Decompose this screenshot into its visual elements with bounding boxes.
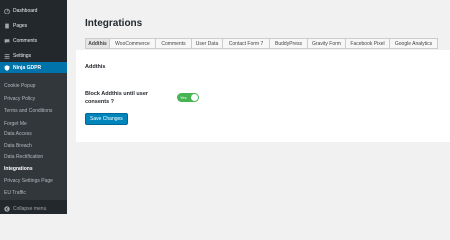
- tab-google-analytics[interactable]: Google Analytics: [390, 38, 438, 49]
- sidebar-item-label: Dashboard: [13, 7, 38, 14]
- tab-gravity-form[interactable]: Gravity Form: [308, 38, 346, 49]
- submenu-item-data-rectification[interactable]: Data Rectification: [4, 154, 43, 160]
- settings-panel: Addthis Block Addthis until user consent…: [76, 50, 450, 142]
- save-changes-button[interactable]: Save Changes: [85, 113, 128, 125]
- sidebar-item-label: Comments: [13, 37, 38, 44]
- comments-icon: [4, 38, 10, 43]
- tab-addthis[interactable]: Addthis: [85, 38, 110, 49]
- tab-buddypress[interactable]: BuddyPress: [270, 38, 308, 49]
- sidebar-item-comments[interactable]: Comments: [0, 34, 67, 47]
- dashboard-icon: [4, 8, 10, 14]
- tab-user-data[interactable]: User Data: [192, 38, 223, 49]
- sidebar-item-ninja-gdpr[interactable]: Ninja GDPR: [0, 62, 67, 73]
- pages-icon: [5, 23, 9, 28]
- block-addthis-toggle[interactable]: Yes: [177, 93, 199, 102]
- toggle-knob: [191, 94, 198, 101]
- submenu-item-terms[interactable]: Terms and Conditions: [4, 108, 52, 114]
- sidebar-item-pages[interactable]: Pages: [0, 19, 67, 32]
- submenu-item-eu-traffic[interactable]: EU Traffic: [4, 190, 26, 196]
- sidebar-item-label: Pages: [13, 22, 28, 29]
- sidebar-item-dashboard[interactable]: Dashboard: [0, 4, 67, 17]
- integration-tabs: Addthis WooCommerce Comments User Data C…: [85, 38, 438, 49]
- tab-comments[interactable]: Comments: [156, 38, 192, 49]
- settings-icon: [4, 53, 10, 59]
- sidebar-item-label: Settings: [13, 52, 32, 59]
- submenu-item-integrations[interactable]: Integrations: [4, 166, 33, 172]
- toggle-text: Yes: [180, 95, 187, 100]
- sidebar-item-label: Ninja GDPR: [13, 64, 42, 71]
- collapse-arrow-icon: [4, 205, 10, 212]
- collapse-menu-label: Collapse menu: [13, 205, 47, 212]
- shield-icon: [4, 64, 10, 71]
- tab-contact-form-7[interactable]: Contact Form 7: [223, 38, 270, 49]
- section-title: Addthis: [85, 64, 106, 70]
- submenu-item-privacy-policy[interactable]: Privacy Policy: [4, 96, 35, 102]
- collapse-menu-button[interactable]: Collapse menu: [0, 203, 67, 214]
- tab-facebook-pixel[interactable]: Facebook Pixel: [346, 38, 390, 49]
- submenu-item-data-breach[interactable]: Data Breach: [4, 143, 32, 149]
- admin-sidebar: Dashboard Pages Comments Settings Ninja …: [0, 0, 67, 214]
- sidebar-item-settings[interactable]: Settings: [0, 49, 67, 62]
- main-content: Integrations Addthis WooCommerce Comment…: [76, 0, 450, 214]
- submenu-item-cookie-popup[interactable]: Cookie Popup: [4, 83, 35, 89]
- block-addthis-label: Block Addthis until user consents ?: [85, 91, 149, 105]
- page-title: Integrations: [85, 18, 143, 29]
- submenu-item-privacy-settings-page[interactable]: Privacy Settings Page: [4, 178, 53, 184]
- submenu-item-forget-me[interactable]: Forget Me: [4, 121, 27, 127]
- submenu-item-data-access[interactable]: Data Access: [4, 131, 32, 137]
- tab-woocommerce[interactable]: WooCommerce: [110, 38, 156, 49]
- ninja-gdpr-submenu: Cookie Popup Privacy Policy Terms and Co…: [0, 73, 67, 200]
